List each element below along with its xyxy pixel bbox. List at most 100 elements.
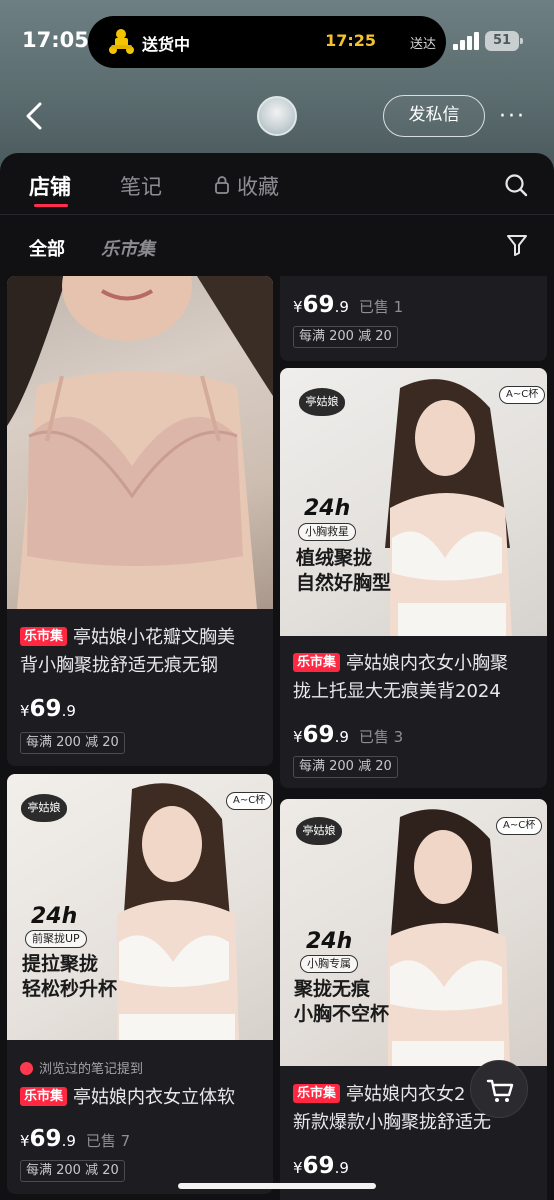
more-options-icon[interactable]: ··· bbox=[499, 104, 531, 129]
cup-size-badge: A~C杯 bbox=[226, 792, 273, 810]
battery-icon: 51 bbox=[485, 31, 523, 51]
note-mention-hint: 浏览过的笔记提到 bbox=[20, 1058, 143, 1077]
send-message-button[interactable]: 发私信 bbox=[383, 95, 485, 137]
tab-notes[interactable]: 笔记 bbox=[120, 171, 162, 201]
coupon-badge: 每满 200 减 20 bbox=[20, 732, 125, 754]
coupon-badge: 每满 200 减 20 bbox=[293, 326, 398, 348]
market-tag: 乐市集 bbox=[293, 653, 341, 672]
cup-size-badge: A~C杯 bbox=[499, 386, 546, 404]
brand-badge: 亭姑娘 bbox=[21, 794, 67, 822]
price-decimal: .9 bbox=[334, 728, 349, 746]
search-icon[interactable] bbox=[504, 173, 528, 197]
sold-count: 已售 3 bbox=[358, 728, 404, 746]
price-decimal: .9 bbox=[61, 702, 76, 720]
brand-badge: 亭姑娘 bbox=[296, 817, 342, 845]
product-slogan: 植绒聚拢 自然好胸型 bbox=[296, 546, 391, 596]
active-tab-indicator bbox=[34, 204, 68, 207]
sold-count: 已售 1 bbox=[358, 298, 404, 316]
home-indicator[interactable] bbox=[178, 1183, 376, 1189]
product-title-line: 背小胸聚拢舒适无痕无钢 bbox=[20, 655, 218, 676]
price-decimal: .9 bbox=[334, 298, 349, 316]
product-card[interactable]: 亭姑娘 A~C杯 24h 小胸救星 植绒聚拢 自然好胸型 乐市集 亭姑娘内衣女小胸… bbox=[280, 368, 547, 788]
tab-bar: 店铺 笔记 收藏 bbox=[0, 153, 554, 215]
market-tag: 乐市集 bbox=[20, 627, 68, 646]
product-title: 乐市集 亭姑娘内衣女小胸聚 拢上托显大无痕美背2024 bbox=[293, 650, 508, 706]
product-slogan: 聚拢无痕 小胸不空杯 bbox=[294, 977, 389, 1027]
eta-suffix: 送达 bbox=[409, 37, 436, 52]
product-price: ¥69.9 bbox=[293, 1153, 349, 1179]
shop-avatar[interactable] bbox=[257, 96, 297, 136]
cart-button[interactable] bbox=[470, 1060, 528, 1118]
product-title-line: 亭姑娘内衣女立体软 bbox=[73, 1087, 236, 1108]
activity-label: 送货中 bbox=[142, 35, 191, 54]
product-title: 乐市集 亭姑娘小花瓣文胸美 背小胸聚拢舒适无痕无钢 bbox=[20, 624, 235, 680]
tab-shop[interactable]: 店铺 bbox=[29, 171, 71, 201]
price-main: 69 bbox=[29, 696, 62, 722]
product-card[interactable]: 亭姑娘 A~C杯 24h 小胸专属 聚拢无痕 小胸不空杯 乐市集 亭姑娘内衣女2 … bbox=[280, 799, 547, 1200]
filter-market[interactable]: 乐市集 bbox=[101, 235, 155, 261]
slogan-line: 小胸不空杯 bbox=[294, 1003, 390, 1025]
note-icon bbox=[20, 1062, 33, 1075]
shopping-cart-icon bbox=[486, 1079, 514, 1102]
hours-pill: 前聚拢UP bbox=[25, 930, 87, 948]
product-photo-illustration bbox=[7, 276, 273, 609]
filter-all[interactable]: 全部 bbox=[29, 235, 65, 261]
product-title-line: 亭姑娘内衣女2 bbox=[346, 1084, 466, 1105]
product-image: 亭姑娘 A~C杯 24h 前聚拢UP 提拉聚拢 轻松秒升杯 bbox=[7, 774, 273, 1040]
note-hint-text: 浏览过的笔记提到 bbox=[39, 1062, 144, 1077]
price-main: 69 bbox=[302, 292, 335, 318]
hours-label: 24h bbox=[306, 929, 353, 954]
filter-funnel-icon[interactable] bbox=[505, 233, 529, 257]
hours-label: 24h bbox=[304, 496, 351, 521]
product-image: 亭姑娘 A~C杯 24h 小胸专属 聚拢无痕 小胸不空杯 bbox=[280, 799, 547, 1066]
currency-symbol: ¥ bbox=[293, 728, 303, 746]
slogan-line: 轻松秒升杯 bbox=[22, 978, 118, 1000]
coupon-badge: 每满 200 减 20 bbox=[293, 756, 398, 778]
product-price: ¥69.9 已售 1 bbox=[293, 292, 403, 318]
hours-pill: 小胸专属 bbox=[300, 955, 358, 973]
product-title-line: 亭姑娘内衣女小胸聚 bbox=[346, 653, 509, 674]
lock-icon bbox=[215, 176, 229, 194]
product-card[interactable]: 乐市集 亭姑娘小花瓣文胸美 背小胸聚拢舒适无痕无钢 ¥69.9 每满 200 减 … bbox=[7, 276, 273, 766]
live-activity-island[interactable]: 送货中 17:25 送达 bbox=[88, 16, 446, 68]
price-decimal: .9 bbox=[61, 1132, 76, 1150]
product-title-line: 亭姑娘小花瓣文胸美 bbox=[73, 627, 236, 648]
hours-label: 24h bbox=[31, 904, 78, 929]
slogan-line: 植绒聚拢 bbox=[296, 547, 373, 569]
product-title: 乐市集 亭姑娘内衣女2 新款爆款小胸聚拢舒适无 bbox=[293, 1081, 491, 1137]
currency-symbol: ¥ bbox=[20, 1132, 30, 1150]
coupon-badge: 每满 200 减 20 bbox=[20, 1160, 125, 1182]
eta-time: 17:25 bbox=[325, 31, 376, 50]
status-time: 17:05 bbox=[22, 28, 89, 52]
cup-size-badge: A~C杯 bbox=[496, 817, 543, 835]
product-slogan: 提拉聚拢 轻松秒升杯 bbox=[22, 952, 117, 1002]
slogan-line: 聚拢无痕 bbox=[294, 978, 371, 1000]
delivery-scooter-icon bbox=[109, 29, 134, 54]
market-tag: 乐市集 bbox=[20, 1087, 68, 1106]
sold-count: 已售 7 bbox=[85, 1132, 131, 1150]
currency-symbol: ¥ bbox=[293, 298, 303, 316]
back-arrow-icon[interactable] bbox=[20, 100, 50, 132]
product-title: 乐市集 亭姑娘内衣女立体软 bbox=[20, 1084, 235, 1112]
product-title-line: 拢上托显大无痕美背2024 bbox=[293, 681, 501, 702]
price-decimal: .9 bbox=[334, 1159, 349, 1177]
hours-pill: 小胸救星 bbox=[298, 523, 356, 541]
product-card[interactable]: 亭姑娘 A~C杯 24h 前聚拢UP 提拉聚拢 轻松秒升杯 浏览过的笔记提到 乐… bbox=[7, 774, 273, 1194]
product-image: 亭姑娘 A~C杯 24h 小胸救星 植绒聚拢 自然好胸型 bbox=[280, 368, 547, 636]
product-price: ¥69.9 已售 3 bbox=[293, 722, 403, 748]
price-main: 69 bbox=[302, 1153, 335, 1179]
cellular-signal-icon bbox=[453, 32, 479, 50]
brand-badge: 亭姑娘 bbox=[299, 388, 345, 416]
currency-symbol: ¥ bbox=[293, 1159, 303, 1177]
currency-symbol: ¥ bbox=[20, 702, 30, 720]
price-main: 69 bbox=[302, 722, 335, 748]
tab-favorites[interactable]: 收藏 bbox=[237, 171, 279, 201]
slogan-line: 提拉聚拢 bbox=[22, 953, 99, 975]
product-title-line: 新款爆款小胸聚拢舒适无 bbox=[293, 1112, 491, 1133]
product-price: ¥69.9 bbox=[20, 696, 76, 722]
product-price: ¥69.9 已售 7 bbox=[20, 1126, 130, 1152]
price-main: 69 bbox=[29, 1126, 62, 1152]
market-tag: 乐市集 bbox=[293, 1084, 341, 1103]
product-card[interactable]: ¥69.9 已售 1 每满 200 减 20 bbox=[280, 276, 547, 361]
status-bar: 17:05 送货中 17:25 送达 51 bbox=[0, 0, 554, 84]
